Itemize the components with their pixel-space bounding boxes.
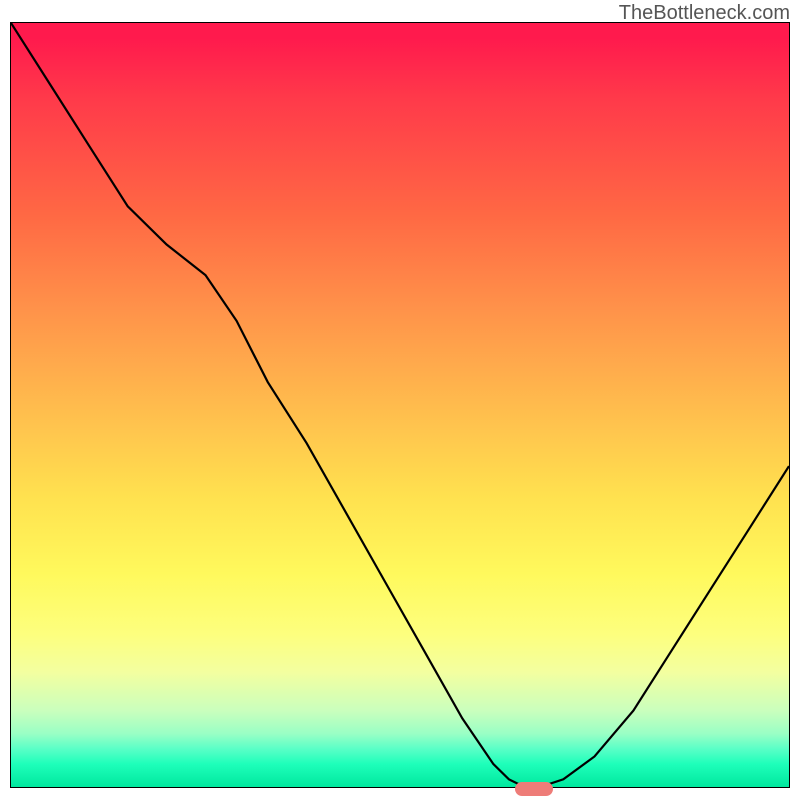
- chart-area: [10, 22, 790, 788]
- watermark-text: TheBottleneck.com: [619, 2, 790, 25]
- bottleneck-curve: [11, 23, 789, 787]
- optimal-marker: [515, 782, 553, 796]
